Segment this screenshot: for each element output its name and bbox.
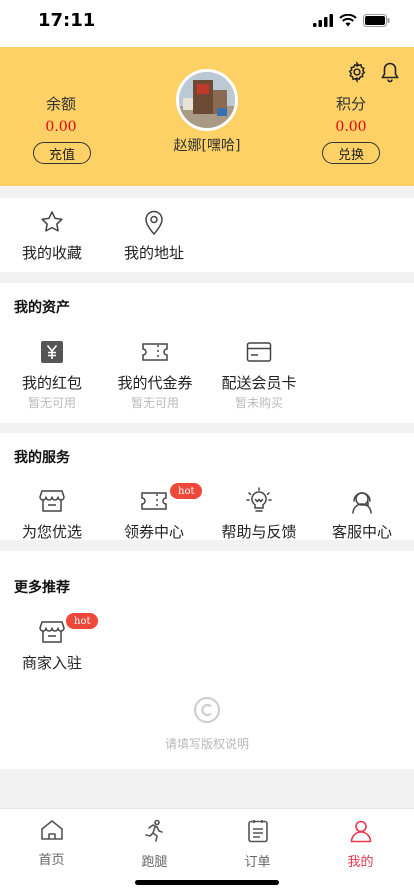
favorites-label: 我的收藏 [21, 244, 82, 262]
avatar-photo [179, 72, 235, 128]
voucher-status: 暂无可用 [130, 396, 179, 410]
user-icon [350, 820, 371, 843]
lightbulb-icon [246, 487, 272, 512]
voucher-item[interactable]: 我的代金券 暂无可用 [112, 338, 198, 411]
address-item[interactable]: 我的地址 [118, 208, 190, 263]
recommend-label: 为您优选 [21, 523, 82, 541]
status-time: 17:11 [38, 10, 96, 31]
settings-gear-icon[interactable] [346, 61, 368, 83]
red-packet-label: 我的红包 [21, 374, 82, 392]
member-card-item[interactable]: 配送会员卡 暂未购买 [218, 338, 300, 411]
runner-icon [144, 819, 163, 842]
order-list-icon [247, 820, 268, 843]
exchange-button[interactable]: 兑换 [322, 142, 380, 164]
tab-errand[interactable]: 跑腿 [103, 819, 206, 870]
red-packet-status: 暂无可用 [27, 396, 76, 410]
help-feedback-label: 帮助与反馈 [221, 523, 297, 541]
points-value: 0.00 [335, 119, 367, 135]
balance-value: 0.00 [45, 119, 77, 135]
balance-block: 余额 0.00 [16, 93, 106, 135]
tab-home-label: 首页 [38, 853, 65, 868]
member-card-status: 暂未购买 [234, 396, 283, 410]
assets-title: 我的资产 [14, 300, 70, 316]
tab-orders-label: 订单 [244, 855, 271, 870]
voucher-label: 我的代金券 [117, 374, 193, 392]
tab-home[interactable]: 首页 [0, 819, 103, 868]
recommend-item[interactable]: 为您优选 [16, 487, 88, 542]
yuan-icon [41, 341, 63, 363]
favorites-item[interactable]: 我的收藏 [16, 208, 88, 263]
hot-badge: hot [66, 613, 99, 629]
star-icon [41, 211, 63, 232]
status-icons [313, 14, 390, 27]
copyright-icon [193, 696, 221, 724]
red-packet-item[interactable]: 我的红包 暂无可用 [14, 338, 90, 411]
card-icon [246, 342, 272, 362]
tab-mine-label: 我的 [347, 855, 374, 870]
home-indicator [135, 880, 279, 885]
customer-service-item[interactable]: 客服中心 [326, 487, 398, 542]
hot-badge: hot [170, 483, 203, 499]
help-feedback-item[interactable]: 帮助与反馈 [216, 487, 302, 542]
merchant-join-label: 商家入驻 [21, 654, 82, 672]
ticket-icon [142, 343, 168, 361]
coupon-center-label: 领券中心 [123, 523, 184, 541]
bell-icon[interactable] [380, 61, 400, 83]
tab-mine[interactable]: 我的 [309, 819, 412, 870]
ticket-icon [141, 492, 167, 510]
battery-icon [363, 14, 390, 27]
points-block: 积分 0.00 [306, 93, 396, 135]
points-label: 积分 [335, 95, 366, 113]
address-label: 我的地址 [123, 244, 184, 262]
shop-icon [39, 490, 65, 512]
home-icon [40, 820, 63, 840]
more-title: 更多推荐 [14, 580, 70, 596]
avatar[interactable] [176, 69, 238, 131]
tab-errand-label: 跑腿 [141, 855, 168, 870]
recharge-button[interactable]: 充值 [33, 142, 91, 164]
status-bar: 17:11 [0, 0, 414, 47]
username: 赵娜[嘿哈] [173, 138, 241, 154]
balance-label: 余额 [45, 95, 76, 113]
customer-service-label: 客服中心 [331, 523, 392, 541]
headset-icon [352, 492, 372, 514]
shop-icon [39, 621, 65, 643]
wifi-icon [339, 14, 357, 27]
services-title: 我的服务 [14, 450, 70, 466]
member-card-label: 配送会员卡 [221, 374, 297, 392]
location-pin-icon [145, 210, 163, 236]
copyright-text: 请填写版权说明 [164, 737, 249, 751]
tab-orders[interactable]: 订单 [206, 819, 309, 870]
copyright-block: 请填写版权说明 [0, 695, 414, 752]
signal-icon [313, 14, 333, 27]
